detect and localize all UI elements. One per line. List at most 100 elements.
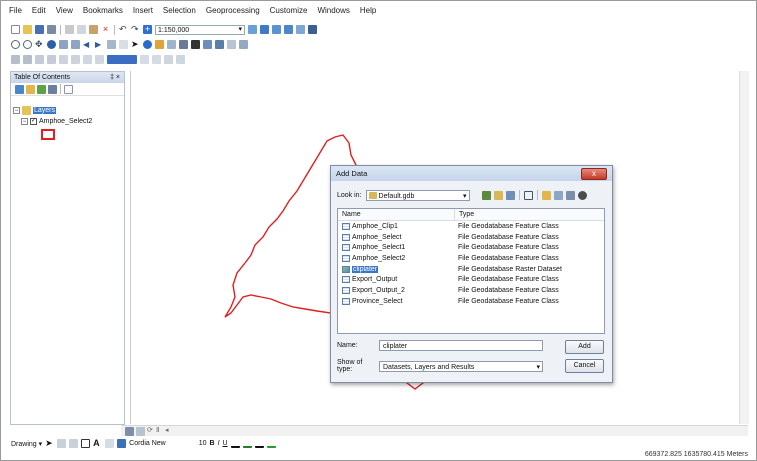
change-layout-icon[interactable]	[164, 55, 173, 64]
connect-folder-icon[interactable]	[506, 190, 515, 200]
look-in-combo[interactable]: Default.gdb ▾	[365, 190, 470, 202]
zoom-out-icon[interactable]	[23, 40, 32, 49]
paste-icon[interactable]	[89, 25, 98, 34]
find-route-icon[interactable]	[203, 40, 212, 49]
list-item[interactable]: Amphoe_Select File Geodatabase Feature Cl…	[338, 232, 604, 243]
layer-symbol-row[interactable]	[13, 127, 92, 141]
menu-view[interactable]: View	[51, 6, 78, 15]
view-menu-icon[interactable]	[524, 190, 533, 200]
layout-forward-icon[interactable]	[95, 55, 104, 64]
map-vertical-scrollbar[interactable]	[739, 71, 749, 424]
menu-bookmarks[interactable]: Bookmarks	[78, 6, 128, 15]
layout-view-icon[interactable]	[136, 426, 145, 436]
menu-file[interactable]: File	[4, 6, 27, 15]
show-type-select[interactable]: Datasets, Layers and Results ▾	[379, 360, 543, 373]
zoom-100-icon[interactable]	[59, 55, 68, 64]
measure-icon[interactable]	[179, 40, 188, 49]
search-window-icon[interactable]	[284, 25, 293, 34]
redo-icon[interactable]: ↷	[131, 25, 140, 34]
hyperlink-icon[interactable]	[155, 40, 164, 49]
menu-windows[interactable]: Windows	[312, 6, 354, 15]
column-name-header[interactable]: Name	[338, 209, 455, 220]
menu-geoprocessing[interactable]: Geoprocessing	[201, 6, 265, 15]
focus-data-frame-icon[interactable]	[152, 55, 161, 64]
font-size[interactable]: 10	[199, 440, 207, 447]
open-folder-icon[interactable]	[23, 25, 32, 34]
toc-options-icon[interactable]	[64, 84, 73, 94]
drawing-menu[interactable]: Drawing ▾	[11, 440, 42, 448]
zoom-whole-page-icon[interactable]	[47, 55, 56, 64]
polygon-symbol-icon[interactable]	[41, 128, 55, 140]
chevron-down-icon[interactable]: ▾	[536, 362, 540, 373]
menu-customize[interactable]: Customize	[265, 6, 313, 15]
scroll-left-icon[interactable]: ◂	[165, 427, 174, 436]
menu-edit[interactable]: Edit	[27, 6, 51, 15]
list-item[interactable]: Export_Output File Geodatabase Feature Cl…	[338, 274, 604, 285]
chevron-down-icon[interactable]: ▾	[463, 191, 467, 202]
undo-icon[interactable]: ↶	[119, 25, 128, 34]
rotate-icon[interactable]	[57, 439, 67, 448]
connect-server-icon[interactable]	[578, 190, 587, 200]
fixed-zoom-out-icon[interactable]	[71, 40, 80, 49]
layer-selector-icon[interactable]	[107, 55, 137, 64]
home-folder-icon[interactable]	[494, 190, 503, 200]
collapse-icon[interactable]: −	[21, 118, 28, 125]
up-one-level-icon[interactable]	[482, 190, 491, 200]
find-icon[interactable]	[191, 40, 200, 49]
print-icon[interactable]	[47, 25, 56, 34]
list-item[interactable]: Amphoe_Clip1 File Geodatabase Feature Cla…	[338, 221, 604, 232]
arctoolbox-icon[interactable]	[296, 25, 305, 34]
list-by-visibility-icon[interactable]	[37, 84, 46, 94]
catalog-view-icon[interactable]	[554, 190, 563, 200]
fixed-zoom-layout-icon[interactable]	[71, 55, 80, 64]
new-folder-icon[interactable]	[542, 190, 551, 200]
fixed-zoom-in-icon[interactable]	[59, 40, 68, 49]
new-text-icon[interactable]: A	[93, 439, 102, 448]
menu-help[interactable]: Help	[355, 6, 381, 15]
name-field[interactable]: cliplater	[379, 340, 543, 351]
pan-icon[interactable]: ✥	[35, 40, 44, 49]
catalog-icon[interactable]	[272, 25, 281, 34]
delete-icon[interactable]: ×	[101, 25, 110, 34]
toc-pin-close-icon[interactable]: ‡ ×	[110, 72, 120, 83]
layout-pan-icon[interactable]	[35, 55, 44, 64]
select-features-icon[interactable]	[107, 40, 116, 49]
options-icon[interactable]	[566, 190, 575, 200]
identify-icon[interactable]	[143, 40, 152, 49]
layer-name[interactable]: Amphoe_Select2	[39, 118, 92, 125]
layout-zoom-in-icon[interactable]	[11, 55, 20, 64]
toggle-draft-icon[interactable]	[140, 55, 149, 64]
column-type-header[interactable]: Type	[455, 209, 474, 220]
layout-back-icon[interactable]	[83, 55, 92, 64]
list-by-source-icon[interactable]	[26, 84, 35, 94]
data-driven-pages-icon[interactable]	[176, 55, 185, 64]
underline-button[interactable]: U	[223, 440, 228, 447]
save-icon[interactable]	[35, 25, 44, 34]
font-name[interactable]: Cordia New	[129, 440, 166, 447]
map-scale-combo[interactable]: 1:150,000	[155, 24, 245, 35]
collapse-icon[interactable]: −	[13, 107, 20, 114]
data-view-icon[interactable]	[125, 426, 134, 436]
layers-group-row[interactable]: − Layers	[13, 105, 92, 116]
list-item[interactable]: Amphoe_Select1 File Geodatabase Feature C…	[338, 242, 604, 253]
forward-extent-icon[interactable]: ▶	[95, 40, 104, 49]
go-to-xy-icon[interactable]	[215, 40, 224, 49]
full-extent-icon[interactable]	[47, 40, 56, 49]
clear-selection-icon[interactable]	[119, 40, 128, 49]
menu-selection[interactable]: Selection	[158, 6, 201, 15]
italic-button[interactable]: I	[218, 440, 220, 447]
copy-icon[interactable]	[77, 25, 86, 34]
layer-visibility-checkbox[interactable]: ✓	[30, 118, 37, 125]
add-button[interactable]: Add	[565, 340, 604, 354]
layout-zoom-out-icon[interactable]	[23, 55, 32, 64]
add-data-icon[interactable]: +	[143, 25, 152, 34]
list-item[interactable]: Province_Select File Geodatabase Feature …	[338, 296, 604, 307]
close-button[interactable]: x	[581, 168, 607, 180]
layers-label[interactable]: Layers	[33, 107, 57, 114]
list-item[interactable]: Amphoe_Select2 File Geodatabase Feature C…	[338, 253, 604, 264]
map-horizontal-scrollbar[interactable]: ⟳ Ⅱ ◂	[121, 425, 748, 436]
back-extent-icon[interactable]: ◀	[83, 40, 92, 49]
list-by-drawing-order-icon[interactable]	[15, 84, 24, 94]
refresh-icon[interactable]: ⟳	[147, 427, 156, 436]
pause-drawing-icon[interactable]: Ⅱ	[156, 427, 165, 436]
